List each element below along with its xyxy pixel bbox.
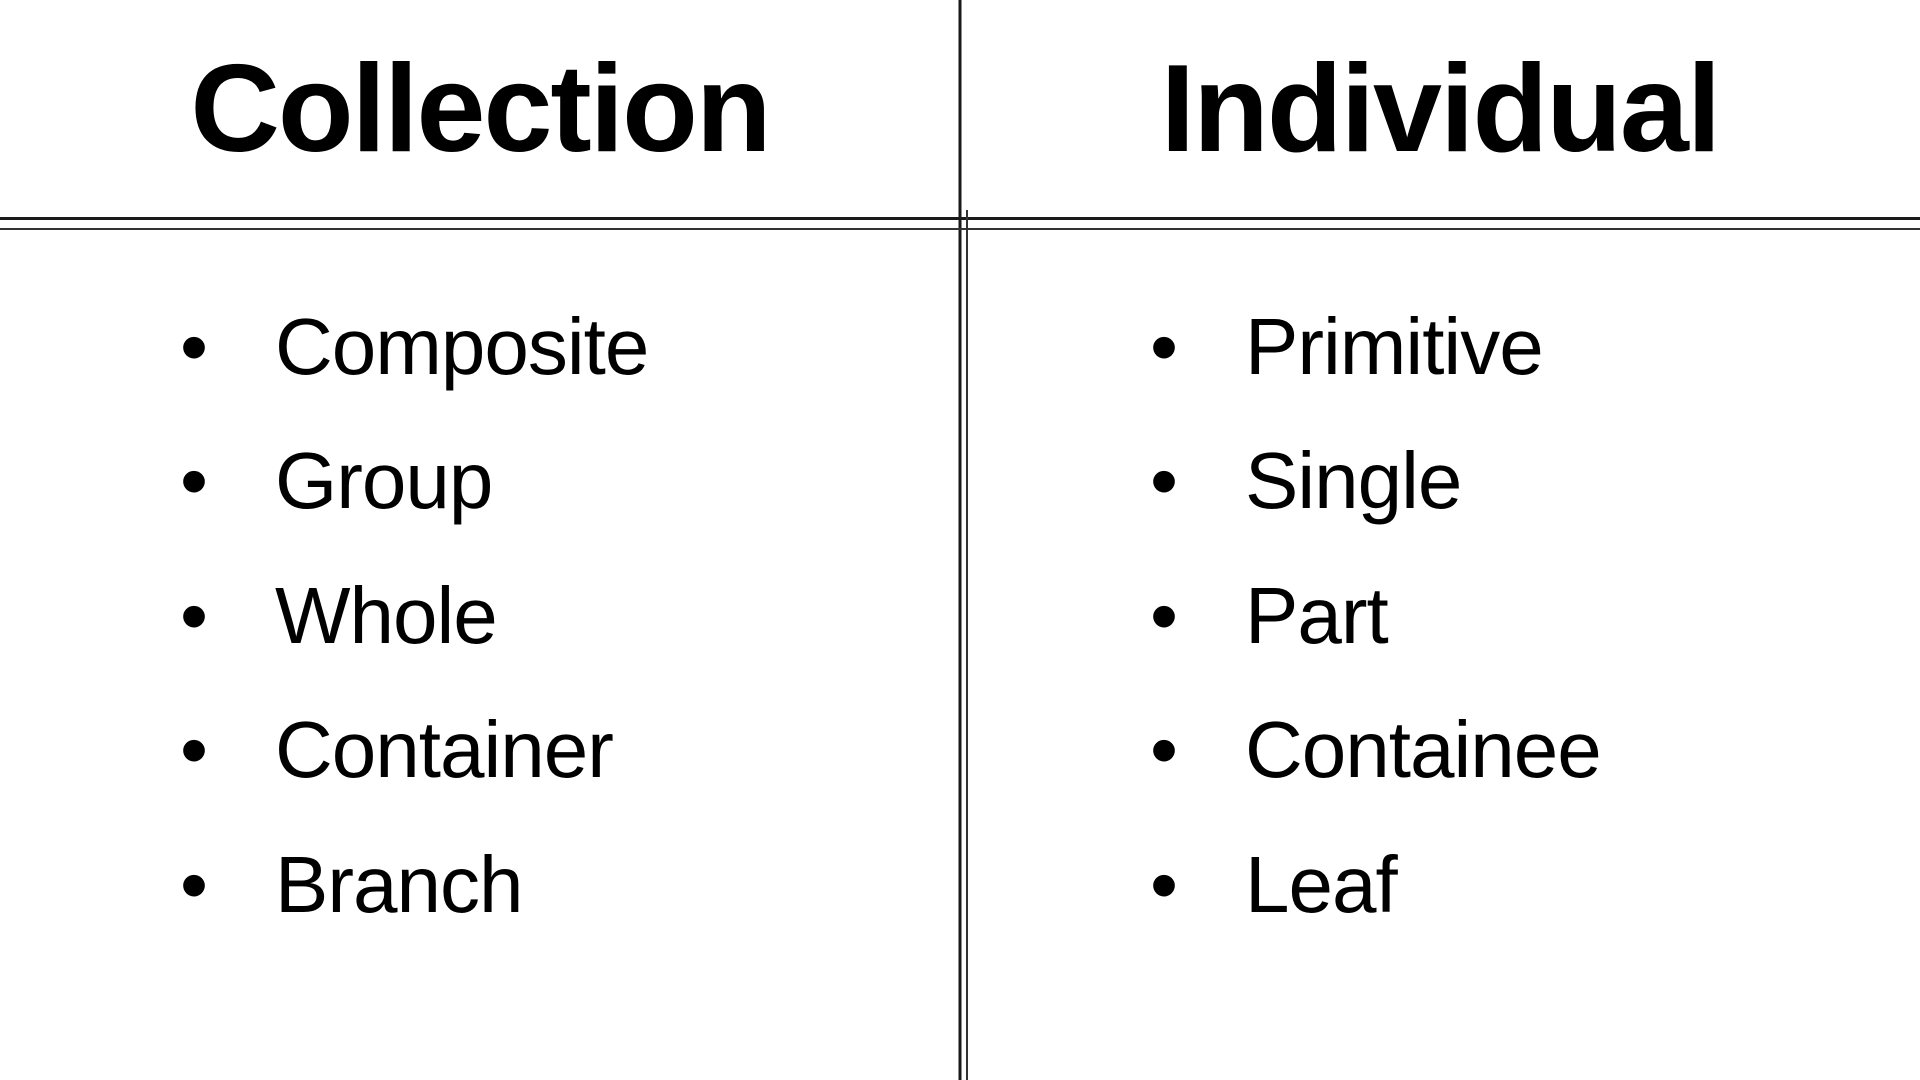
list-individual: Primitive Single Part Containee Leaf	[1150, 280, 1920, 952]
list-item: Containee	[1150, 683, 1920, 817]
list-item: Branch	[180, 818, 960, 952]
column-collection: Collection Composite Group Whole Contain…	[0, 0, 960, 1080]
list-item: Composite	[180, 280, 960, 414]
heading-collection: Collection	[190, 38, 769, 180]
list-item: Part	[1150, 549, 1920, 683]
vertical-divider	[959, 0, 962, 1080]
header-cell-left: Collection	[0, 0, 960, 220]
horizontal-divider-shadow	[0, 228, 1920, 230]
list-item: Primitive	[1150, 280, 1920, 414]
body-cell-right: Primitive Single Part Containee Leaf	[960, 220, 1920, 1080]
column-individual: Individual Primitive Single Part Contain…	[960, 0, 1920, 1080]
list-item: Group	[180, 414, 960, 548]
header-cell-right: Individual	[960, 0, 1920, 220]
list-collection: Composite Group Whole Container Branch	[180, 280, 960, 952]
list-item: Leaf	[1150, 818, 1920, 952]
body-cell-left: Composite Group Whole Container Branch	[0, 220, 960, 1080]
list-item: Container	[180, 683, 960, 817]
list-item: Single	[1150, 414, 1920, 548]
list-item: Whole	[180, 549, 960, 683]
vertical-divider-shadow	[966, 210, 968, 1080]
heading-individual: Individual	[1161, 38, 1720, 180]
